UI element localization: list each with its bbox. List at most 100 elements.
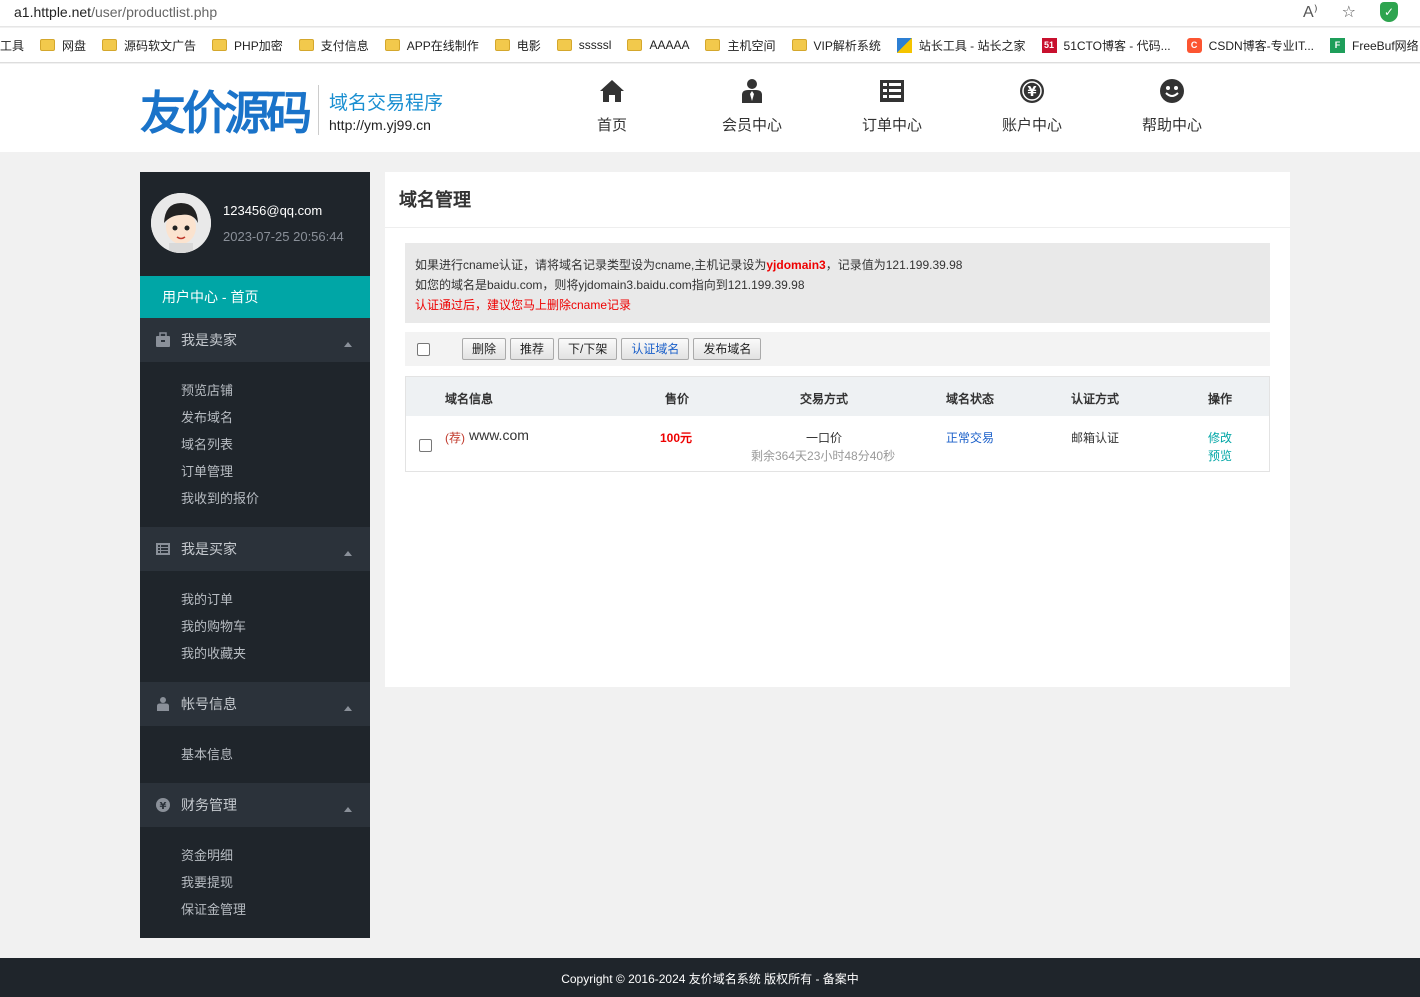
select-all-checkbox[interactable] <box>417 342 430 356</box>
sidebar-item-offers[interactable]: 我收到的报价 <box>181 485 370 512</box>
url-path: /user/productlist.php <box>91 4 218 20</box>
nav-orders[interactable]: 订单中心 <box>822 64 962 152</box>
sidebar-item-favorites[interactable]: 我的收藏夹 <box>181 640 370 667</box>
bookmarks-bar: 工具 网盘 源码软文广告 PHP加密 支付信息 APP在线制作 电影 sssss… <box>0 28 1420 63</box>
bookmark-item[interactable]: F FreeBuf网络 <box>1330 37 1419 54</box>
nav-label: 订单中心 <box>861 117 922 134</box>
last-login-time: 2023-07-25 20:56:44 <box>223 229 344 244</box>
section-account[interactable]: 帐号信息 <box>140 682 370 726</box>
col-actions: 操作 <box>1208 392 1233 406</box>
verify-domain-button[interactable]: 认证域名 <box>621 338 690 360</box>
nav-help[interactable]: 帮助中心 <box>1102 64 1242 152</box>
notice-line-2: 如您的域名是baidu.com，则将yjdomain3.baidu.com指向到… <box>415 278 805 292</box>
section-finance[interactable]: ¥ 财务管理 <box>140 783 370 827</box>
bookmark-item[interactable]: 工具 <box>0 37 24 54</box>
bookmark-item[interactable]: AAAAA <box>627 38 689 52</box>
member-icon <box>682 76 822 106</box>
bookmark-item[interactable]: PHP加密 <box>212 37 283 54</box>
bookmark-item[interactable]: sssssl <box>556 38 611 52</box>
preview-link[interactable]: 预览 <box>1208 447 1232 464</box>
caret-up-icon <box>344 342 352 347</box>
folder-icon <box>705 39 721 51</box>
smile-icon <box>1102 76 1242 106</box>
domain-price: 100元 <box>660 431 693 445</box>
logo-title: 域名交易程序 <box>329 92 444 114</box>
briefcase-icon <box>156 332 170 347</box>
page-title: 域名管理 <box>385 172 1290 228</box>
site-header: 友价源码 域名交易程序 http://ym.yj99.cn 首页 会员中心 订单… <box>0 64 1420 152</box>
nav-member[interactable]: 会员中心 <box>682 64 822 152</box>
site-footer: Copyright © 2016-2024 友价域名系统 版权所有 - 备案中 <box>0 958 1420 997</box>
main-nav: 首页 会员中心 订单中心 ¥ 账户中心 帮助中心 <box>542 64 1242 152</box>
publish-domain-button[interactable]: 发布域名 <box>693 338 762 360</box>
notice-line-1: 如果进行cname认证，请将域名记录类型设为cname,主机记录设为yjdoma… <box>415 258 963 272</box>
cname-notice: 如果进行cname认证，请将域名记录类型设为cname,主机记录设为yjdoma… <box>405 243 1270 323</box>
bookmark-item[interactable]: 支付信息 <box>298 37 369 54</box>
sidebar-item-cart[interactable]: 我的购物车 <box>181 613 370 640</box>
svg-text:¥: ¥ <box>160 801 167 812</box>
section-seller[interactable]: 我是卖家 <box>140 318 370 362</box>
domain-manage-panel: 域名管理 如果进行cname认证，请将域名记录类型设为cname,主机记录设为y… <box>385 172 1290 687</box>
sidebar-item-order-manage[interactable]: 订单管理 <box>181 458 370 485</box>
folder-icon <box>494 39 510 51</box>
favorite-star-icon[interactable]: ☆ <box>1342 2 1356 22</box>
domain-name-link[interactable]: www.com <box>469 427 529 443</box>
recommend-button[interactable]: 推荐 <box>510 338 555 360</box>
nav-account[interactable]: ¥ 账户中心 <box>962 64 1102 152</box>
remaining-time: 剩余364天23小时48分40秒 <box>751 449 896 463</box>
bookmark-item[interactable]: VIP解析系统 <box>791 37 881 54</box>
51cto-favicon-icon: 51 <box>1041 37 1057 53</box>
bookmark-item[interactable]: 源码软文广告 <box>102 37 196 54</box>
yuan-icon: ¥ <box>962 76 1102 106</box>
caret-up-icon <box>344 807 352 812</box>
sidebar-home-link[interactable]: 用户中心 - 首页 <box>140 276 370 318</box>
section-buyer[interactable]: 我是买家 <box>140 527 370 571</box>
chinaz-favicon-icon <box>896 37 912 53</box>
bookmark-item[interactable]: 网盘 <box>40 37 86 54</box>
bookmark-item[interactable]: 51 51CTO博客 - 代码... <box>1041 37 1171 54</box>
nav-label: 账户中心 <box>1001 117 1062 134</box>
bookmark-item[interactable]: 站长工具 - 站长之家 <box>896 37 1026 54</box>
sidebar-item-my-orders[interactable]: 我的订单 <box>181 586 370 613</box>
col-price: 售价 <box>665 392 690 406</box>
logo-mark: 友价源码 <box>140 86 312 140</box>
bookmark-item[interactable]: 电影 <box>494 37 541 54</box>
url-text[interactable]: a1.httple.net/user/productlist.php <box>14 4 217 20</box>
shield-extension-icon[interactable]: ✓ <box>1380 2 1398 22</box>
folder-icon <box>102 39 118 51</box>
read-aloud-icon[interactable]: A⁾ <box>1303 2 1318 22</box>
sidebar-item-deposit[interactable]: 保证金管理 <box>181 896 370 923</box>
avatar[interactable] <box>151 193 211 253</box>
row-checkbox[interactable] <box>419 439 432 452</box>
csdn-favicon-icon: C <box>1186 37 1202 53</box>
edit-link[interactable]: 修改 <box>1208 429 1232 446</box>
logo-url: http://ym.yj99.cn <box>329 116 431 133</box>
delete-button[interactable]: 删除 <box>462 338 507 360</box>
bookmark-item[interactable]: 主机空间 <box>705 37 776 54</box>
bookmark-item[interactable]: C CSDN博客-专业IT... <box>1186 37 1314 54</box>
section-title: 我是买家 <box>181 541 237 557</box>
folder-icon <box>40 39 56 51</box>
sidebar-item-withdraw[interactable]: 我要提现 <box>181 869 370 896</box>
bookmark-item[interactable]: APP在线制作 <box>384 37 479 54</box>
yuan-icon: ¥ <box>156 798 170 812</box>
site-logo[interactable]: 友价源码 域名交易程序 http://ym.yj99.cn <box>140 78 443 142</box>
sidebar-item-fund-details[interactable]: 资金明细 <box>181 842 370 869</box>
sidebar-item-publish-domain[interactable]: 发布域名 <box>181 404 370 431</box>
sidebar-item-basic-info[interactable]: 基本信息 <box>181 741 370 768</box>
host-record-highlight: yjdomain3 <box>766 258 826 272</box>
table-row: (荐) www.com 100元 一口价 剩余364天23小时48分40秒 正常… <box>406 416 1269 472</box>
sidebar-item-preview-shop[interactable]: 预览店铺 <box>181 377 370 404</box>
nav-home[interactable]: 首页 <box>542 64 682 152</box>
user-sidebar: 123456@qq.com 2023-07-25 20:56:44 用户中心 -… <box>140 172 370 938</box>
notice-line-3: 认证通过后，建议您马上删除cname记录 <box>415 298 632 312</box>
recommend-tag: (荐) <box>445 431 465 445</box>
toggle-listing-button[interactable]: 下/下架 <box>558 338 618 360</box>
caret-up-icon <box>344 551 352 556</box>
sidebar-item-domain-list[interactable]: 域名列表 <box>181 431 370 458</box>
folder-icon <box>791 39 807 51</box>
logo-text: 域名交易程序 http://ym.yj99.cn <box>329 88 443 133</box>
table-header: 域名信息 售价 交易方式 域名状态 认证方式 操作 <box>406 377 1269 416</box>
browser-address-bar[interactable]: a1.httple.net/user/productlist.php A⁾ ☆ … <box>0 0 1420 27</box>
caret-up-icon <box>344 706 352 711</box>
